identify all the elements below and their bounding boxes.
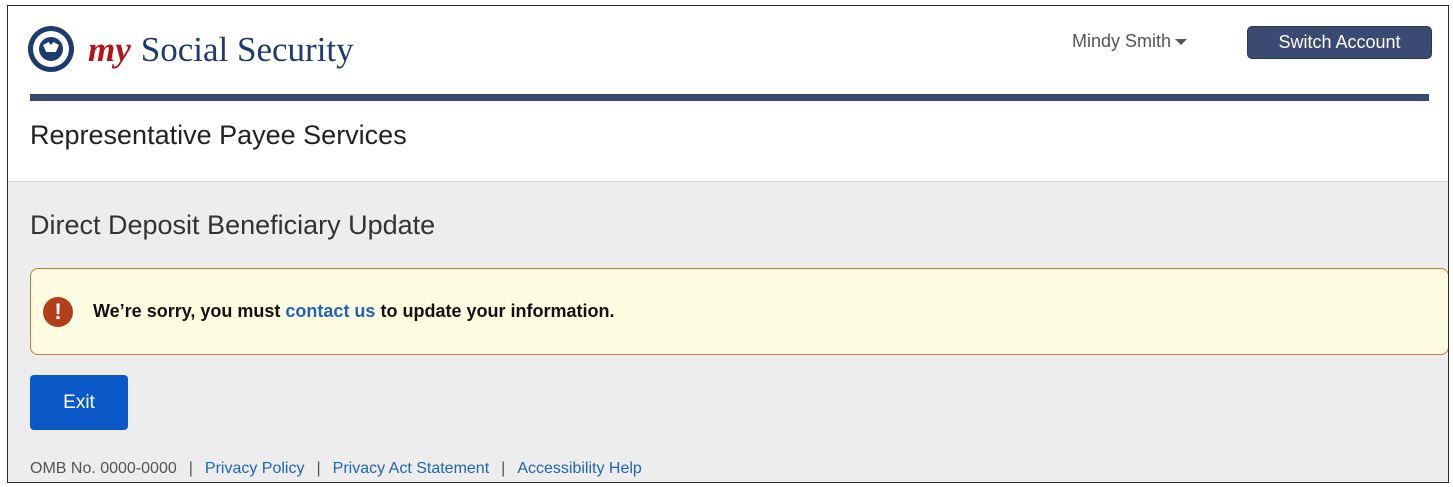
accessibility-help-link[interactable]: Accessibility Help [517,460,641,478]
site-header: my Social Security Mindy Smith Switch Acc… [8,6,1448,106]
page-title: Direct Deposit Beneficiary Update [30,210,436,240]
privacy-act-statement-link[interactable]: Privacy Act Statement [333,460,490,478]
error-alert: ! We’re sorry, you must contact us to up… [30,268,1448,355]
user-menu-dropdown[interactable]: Mindy Smith [1072,31,1188,52]
main-content: Direct Deposit Beneficiary Update ! We’r… [8,181,1448,482]
site-brand[interactable]: my Social Security [88,28,354,72]
alert-message: We’re sorry, you must contact us to upda… [93,301,614,322]
footer-links: OMB No. 0000-0000 | Privacy Policy | Pri… [30,460,642,478]
footer-separator: | [188,460,193,477]
omb-number: OMB No. 0000-0000 [30,460,177,477]
header-divider [30,94,1429,101]
page-frame: my Social Security Mindy Smith Switch Acc… [7,5,1449,483]
user-name: Mindy Smith [1072,31,1172,51]
brand-my: my [88,30,131,69]
footer-separator: | [501,460,506,477]
contact-us-link[interactable]: contact us [285,301,375,321]
privacy-policy-link[interactable]: Privacy Policy [205,460,305,478]
alert-text-after: to update your information. [380,301,615,321]
service-title: Representative Payee Services [30,120,407,150]
exit-button[interactable]: Exit [30,375,128,430]
brand-name: Social Security [140,30,354,69]
alert-text-before: We’re sorry, you must [93,301,281,321]
caret-down-icon [1175,38,1188,45]
footer-separator: | [316,460,321,477]
exclamation-icon: ! [43,296,73,327]
switch-account-button[interactable]: Switch Account [1247,26,1432,59]
ssa-seal-logo[interactable] [28,26,74,72]
